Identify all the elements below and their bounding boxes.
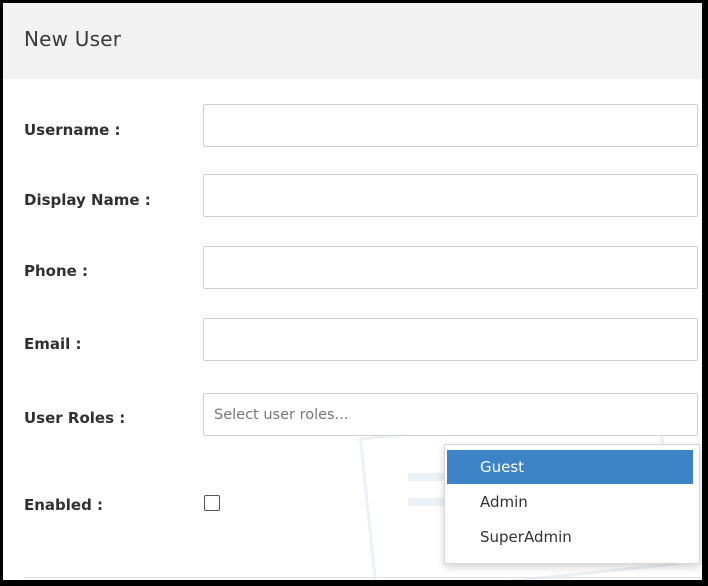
display-name-label: Display Name : [24,191,151,209]
role-option-guest[interactable]: Guest [447,450,693,484]
phone-input[interactable] [203,246,698,289]
user-roles-select[interactable]: Select user roles... [203,393,698,436]
enabled-label: Enabled : [24,496,104,514]
username-input[interactable] [203,104,698,147]
email-label: Email : [24,335,82,353]
phone-label: Phone : [24,262,89,280]
new-user-dialog: New User Username : Display Name : Phone… [3,3,702,580]
role-option-admin[interactable]: Admin [447,485,693,519]
user-roles-dropdown: Guest Admin SuperAdmin [444,444,700,564]
footer-divider [23,577,702,578]
role-option-superadmin[interactable]: SuperAdmin [447,520,693,554]
dialog-title: New User [24,27,122,51]
enabled-checkbox[interactable] [204,495,220,511]
display-name-input[interactable] [203,174,698,217]
user-roles-label: User Roles : [24,409,126,427]
username-label: Username : [24,121,121,139]
email-input[interactable] [203,318,698,361]
dialog-header: New User [3,3,702,79]
user-roles-placeholder: Select user roles... [214,407,349,423]
